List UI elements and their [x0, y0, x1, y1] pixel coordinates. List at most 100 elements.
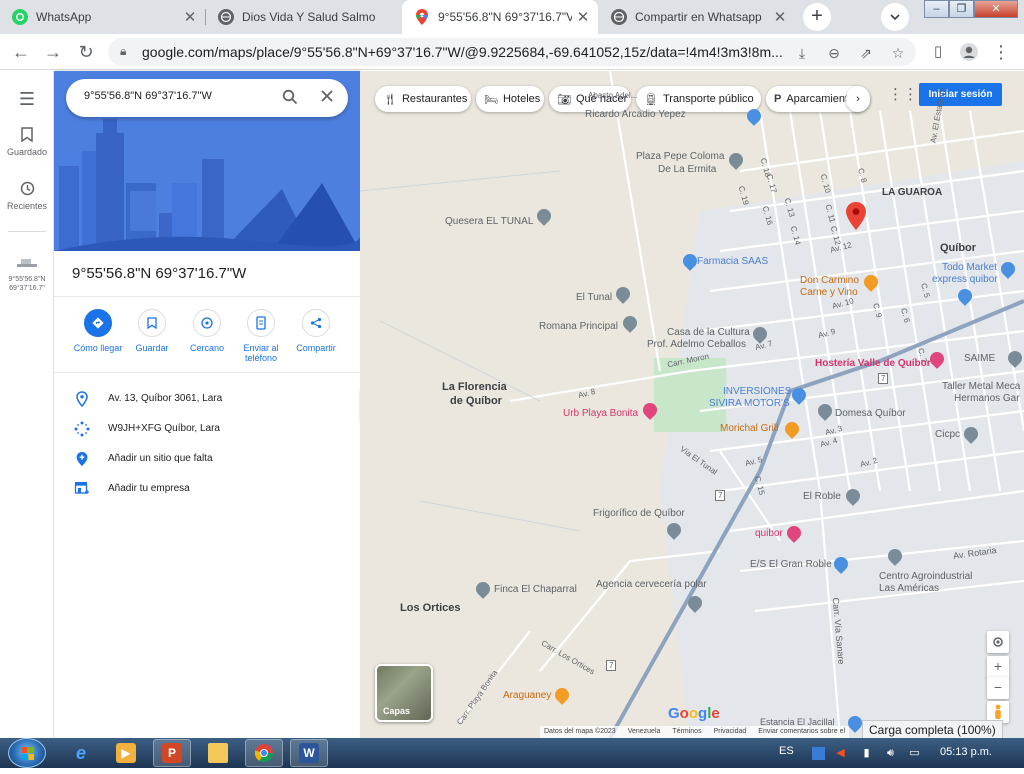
- google-maps-icon: [414, 9, 430, 25]
- action-label: Guardar: [135, 343, 169, 353]
- parking-icon: P: [774, 93, 782, 105]
- send-to-phone-button[interactable]: Enviar al teléfono: [233, 309, 289, 363]
- profile-icon[interactable]: [956, 39, 982, 65]
- maximize-button[interactable]: ❐: [949, 0, 974, 18]
- footer-item[interactable]: Enviar comentarios sobre el: [758, 728, 845, 737]
- map-label: El Tunal: [576, 292, 613, 303]
- map-canvas[interactable]: 🍴︎ Restaurantes 🛏︎ Hoteles 📷︎ Qué hacer 🚆︎ T…: [360, 71, 1024, 738]
- plus-code-icon: [74, 421, 90, 437]
- taskbar-chrome[interactable]: [245, 739, 283, 767]
- tab-title: 9°55'56.8"N 69°37'16.7"V: [438, 10, 572, 24]
- menu-hamburger-icon[interactable]: ☰: [0, 89, 54, 110]
- rail-saved[interactable]: Guardado: [0, 127, 54, 157]
- close-icon[interactable]: [320, 89, 334, 108]
- tab-strip: WhatsApp ✕ Dios Vida Y Salud Salmo 9°55'…: [0, 0, 1024, 34]
- new-tab-button[interactable]: +: [803, 3, 831, 31]
- search-input[interactable]: [84, 90, 274, 102]
- share-icon[interactable]: ⇗: [856, 43, 876, 63]
- tab-google-maps[interactable]: 9°55'56.8"N 69°37'16.7"V ✕: [402, 0, 598, 34]
- map-label: Domesa Quíbor: [835, 408, 906, 419]
- taskbar-ie[interactable]: e: [62, 739, 100, 767]
- map-label: Centro Agroindustrial: [879, 571, 973, 582]
- start-button[interactable]: [8, 738, 46, 768]
- word-icon: W: [299, 743, 319, 763]
- nearby-button[interactable]: Cercano: [179, 309, 235, 353]
- tray-app-icon[interactable]: [812, 747, 825, 760]
- back-button[interactable]: ←: [8, 39, 34, 65]
- globe-icon: [611, 9, 627, 25]
- add-place-text: Añadir un sitio que falta: [108, 453, 213, 464]
- divider: [54, 372, 360, 373]
- star-icon[interactable]: ☆: [888, 43, 908, 63]
- tray-alert-icon[interactable]: ◀: [834, 747, 847, 760]
- add-place-row[interactable]: Añadir un sitio que falta: [54, 445, 360, 475]
- apps-grid-icon[interactable]: ⋮⋮: [888, 86, 918, 104]
- taskbar-media[interactable]: ▶: [107, 739, 145, 767]
- network-icon[interactable]: ▭: [908, 747, 921, 760]
- close-icon[interactable]: ✕: [572, 8, 594, 26]
- install-icon[interactable]: ⤓: [792, 43, 812, 63]
- maps-rail: ☰ Guardado Recientes 9°55'56.8"N 69°37'1…: [0, 71, 54, 738]
- place-title: 9°55'56.8"N 69°37'16.7"W: [72, 265, 247, 282]
- chip-hotels[interactable]: 🛏︎ Hoteles: [476, 86, 544, 112]
- volume-icon[interactable]: 🔊︎: [884, 747, 897, 760]
- map-label: Don Carmino: [800, 275, 859, 286]
- clock[interactable]: 05:13 p.m.: [940, 746, 992, 758]
- layers-button[interactable]: Capas: [375, 664, 433, 722]
- zoom-icon[interactable]: ⊖: [824, 43, 844, 63]
- rail-recent-place[interactable]: 9°55'56.8"N 69°37'16.7": [0, 255, 54, 293]
- footer-item[interactable]: Privacidad: [714, 728, 747, 737]
- close-icon[interactable]: ✕: [769, 8, 791, 26]
- share-button[interactable]: Compartir: [288, 309, 344, 353]
- taskbar-word[interactable]: W: [290, 739, 328, 767]
- tab-dios-vida[interactable]: Dios Vida Y Salud Salmo: [206, 0, 402, 34]
- rail-recent[interactable]: Recientes: [0, 181, 54, 211]
- selected-location-marker[interactable]: [846, 202, 866, 235]
- map-label: de Quíbor: [450, 395, 502, 407]
- map-label: Prof. Adelmo Ceballos: [647, 339, 746, 350]
- restaurant-icon: 🍴︎: [383, 93, 397, 106]
- action-label: Compartir: [296, 343, 336, 353]
- zoom-in-button[interactable]: +: [987, 656, 1009, 678]
- language-indicator[interactable]: ES: [779, 745, 794, 757]
- sidepanel-icon[interactable]: ▯: [925, 39, 951, 65]
- reload-button[interactable]: ↻: [73, 39, 99, 65]
- tab-search-button[interactable]: [881, 3, 909, 31]
- map-label: SAIME: [964, 353, 996, 364]
- tab-compartir[interactable]: Compartir en Whatsapp ✕: [599, 0, 795, 34]
- chip-restaurants[interactable]: 🍴︎ Restaurantes: [375, 86, 471, 112]
- tab-whatsapp[interactable]: WhatsApp ✕: [0, 0, 205, 34]
- menu-icon[interactable]: ⋮: [988, 39, 1014, 65]
- taskbar-powerpoint[interactable]: P: [153, 739, 191, 767]
- search-box[interactable]: [66, 79, 348, 117]
- address-row[interactable]: Av. 13, Quíbor 3061, Lara: [54, 385, 360, 415]
- camera-icon: 📷︎: [557, 93, 571, 106]
- powerpoint-icon: P: [162, 743, 182, 763]
- save-button[interactable]: Guardar: [124, 309, 180, 353]
- chips-scroll-button[interactable]: ›: [846, 86, 870, 112]
- tab-title: Dios Vida Y Salud Salmo: [242, 10, 376, 24]
- search-icon[interactable]: [282, 89, 298, 110]
- my-location-button[interactable]: [987, 631, 1009, 653]
- route-shield: 7: [606, 660, 617, 671]
- url-text[interactable]: google.com/maps/place/9°55'56.8"N+69°37'…: [142, 44, 782, 60]
- signin-button[interactable]: Iniciar sesión: [919, 83, 1002, 106]
- close-icon[interactable]: ✕: [179, 8, 201, 26]
- address-bar[interactable]: 🔒︎ google.com/maps/place/9°55'56.8"N+69°…: [108, 38, 916, 66]
- tab-title: WhatsApp: [36, 10, 92, 24]
- minimize-button[interactable]: –: [924, 0, 949, 18]
- map-label: El Roble: [803, 491, 841, 502]
- add-business-row[interactable]: Añadir tu empresa: [54, 475, 360, 505]
- tray-device-icon[interactable]: ▮: [860, 747, 873, 760]
- share-icon: [302, 309, 330, 337]
- close-window-button[interactable]: ✕: [974, 0, 1018, 18]
- plus-code-row[interactable]: W9JH+XFG Quíbor, Lara: [54, 415, 360, 445]
- directions-button[interactable]: Cómo llegar: [70, 309, 126, 353]
- add-business-text: Añadir tu empresa: [108, 483, 190, 494]
- map-label: Las Américas: [879, 583, 940, 594]
- footer-item[interactable]: Términos: [672, 728, 701, 737]
- forward-button[interactable]: →: [40, 39, 66, 65]
- taskbar-explorer[interactable]: [199, 739, 237, 767]
- zoom-out-button[interactable]: −: [987, 677, 1009, 699]
- footer-item[interactable]: Venezuela: [628, 728, 661, 737]
